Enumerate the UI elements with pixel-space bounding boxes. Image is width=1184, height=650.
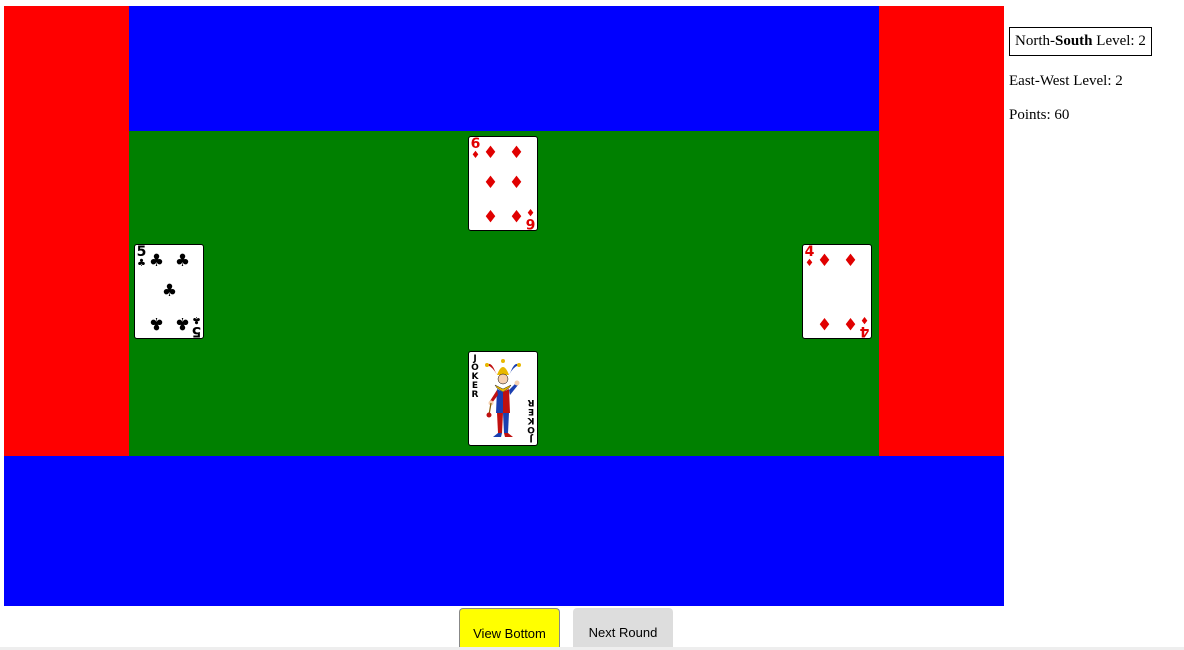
- club-icon: ♣: [148, 251, 165, 271]
- south-played-card[interactable]: JOKER JOKER: [468, 351, 538, 446]
- diamond-icon: ♦: [842, 251, 859, 271]
- jester-icon: [485, 359, 521, 437]
- joker-label: JOKER: [471, 354, 479, 400]
- north-played-card[interactable]: 6 ♦ ♦ ♦ ♦ ♦ ♦ ♦ 6 ♦: [468, 136, 538, 231]
- east-west-level: East-West Level: 2: [1009, 73, 1123, 89]
- card-rank: 4: [859, 323, 870, 339]
- east-played-card[interactable]: 4 ♦ ♦ ♦ ♦ ♦ 4 ♦: [802, 244, 872, 339]
- ns-level-value: 2: [1138, 33, 1146, 49]
- diamond-icon: ♦: [508, 205, 525, 225]
- joker-label: JOKER: [527, 397, 535, 443]
- club-icon: ♣: [174, 251, 191, 271]
- view-bottom-button[interactable]: View Bottom: [459, 608, 560, 650]
- west-player-zone: [4, 6, 129, 456]
- ns-level-label: Level:: [1092, 33, 1139, 49]
- diamond-icon: ♦: [471, 150, 480, 161]
- diamond-icon: ♦: [816, 313, 833, 333]
- diamond-icon: ♦: [482, 173, 499, 193]
- west-played-card[interactable]: 5 ♣ ♣ ♣ ♣ ♣ ♣ 5 ♣: [134, 244, 204, 339]
- diamond-icon: ♦: [482, 205, 499, 225]
- card-rank: 5: [191, 323, 202, 339]
- club-icon: ♣: [192, 314, 201, 325]
- points-display: Points: 60: [1009, 107, 1070, 123]
- diamond-icon: ♦: [508, 143, 525, 163]
- north-south-level: North-South Level: 2: [1009, 27, 1152, 56]
- score-panel: North-South Level: 2 East-West Level: 2 …: [1009, 27, 1152, 123]
- next-round-button[interactable]: Next Round: [573, 608, 673, 650]
- north-player-zone: [129, 6, 879, 131]
- club-icon: ♣: [148, 313, 165, 333]
- diamond-icon: ♦: [508, 173, 525, 193]
- club-icon: ♣: [161, 281, 178, 301]
- club-icon: ♣: [137, 258, 146, 269]
- current-player-name: South: [1055, 33, 1093, 49]
- diamond-icon: ♦: [805, 258, 814, 269]
- east-player-zone: [879, 6, 1004, 456]
- club-icon: ♣: [174, 313, 191, 333]
- south-player-hand-zone: [4, 456, 1004, 606]
- diamond-icon: ♦: [860, 314, 869, 325]
- diamond-icon: ♦: [842, 313, 859, 333]
- card-rank: 6: [525, 215, 536, 231]
- ns-team-prefix: North-: [1015, 33, 1055, 49]
- diamond-icon: ♦: [526, 206, 535, 217]
- diamond-icon: ♦: [816, 251, 833, 271]
- diamond-icon: ♦: [482, 143, 499, 163]
- game-board: 6 ♦ ♦ ♦ ♦ ♦ ♦ ♦ 6 ♦ 5 ♣ ♣ ♣ ♣ ♣ ♣ 5 ♣ 4 ♦ ♦ ♦…: [4, 6, 1004, 606]
